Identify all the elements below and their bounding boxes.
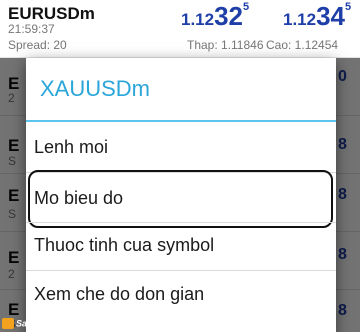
watermark-logo-icon	[2, 318, 14, 330]
spread-value: Spread: 20	[8, 38, 67, 52]
menu-item-new-order[interactable]: Lenh moi	[26, 124, 336, 172]
bid-price-pips: 32	[214, 1, 244, 31]
ask-price-main: 1.12	[283, 10, 317, 29]
menu-item-symbol-properties[interactable]: Thuoc tinh cua symbol	[26, 223, 336, 271]
ask-price-fraction: 5	[345, 1, 352, 13]
menu-item-label: Xem che do don gian	[34, 284, 205, 304]
ask-price: 1.12345	[283, 1, 352, 31]
menu-item-label: Lenh moi	[34, 137, 109, 157]
title-divider	[26, 120, 336, 122]
menu-item-label: Thuoc tinh cua symbol	[34, 235, 215, 255]
watermark-text: Santygia.com	[16, 318, 75, 329]
low-price: Thap: 1.11846	[187, 38, 264, 52]
symbol-name: EURUSDm	[8, 4, 95, 23]
watermark: Santygia.com	[2, 318, 75, 331]
selection-highlight	[28, 170, 333, 228]
quote-row-eurusdm[interactable]: EURUSDm 21:59:37 Spread: 20 1.12325 1.12…	[0, 0, 360, 58]
ask-price-pips: 34	[316, 1, 346, 31]
symbol-context-menu: XAUUSDm Lenh moi Mo bieu do Thuoc tinh c…	[26, 58, 336, 332]
high-price: Cao: 1.12454	[266, 38, 339, 52]
bid-price-fraction: 5	[243, 1, 250, 13]
quote-time: 21:59:37	[8, 22, 55, 36]
menu-item-simple-view[interactable]: Xem che do don gian	[26, 271, 336, 319]
bid-price-main: 1.12	[181, 10, 215, 29]
dialog-title: XAUUSDm	[40, 76, 151, 101]
bid-price: 1.12325	[181, 1, 250, 31]
